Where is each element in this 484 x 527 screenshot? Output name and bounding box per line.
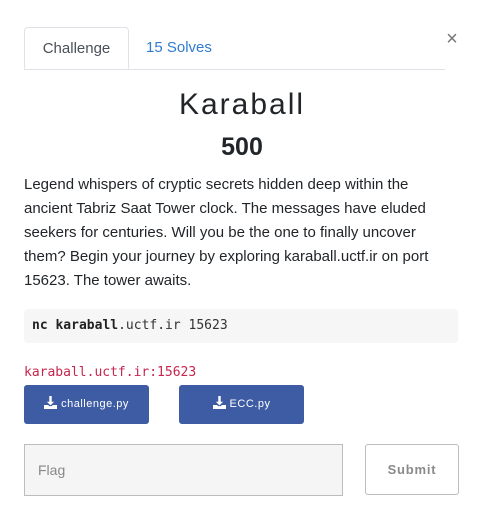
command-code-block: nc karaball.uctf.ir 15623	[24, 309, 458, 343]
file-label: ECC.py	[229, 398, 271, 410]
challenge-name: Karaball	[178, 88, 306, 121]
challenge-description: Legend whispers of cryptic secrets hidde…	[24, 176, 429, 289]
command-host-rest: .uctf.ir 15623	[118, 318, 228, 333]
challenge-points: 500	[221, 133, 263, 161]
flag-input[interactable]	[24, 444, 343, 496]
close-icon[interactable]: ×	[444, 28, 460, 50]
tab-challenge[interactable]: Challenge	[24, 27, 129, 69]
command-host-bold: nc karaball	[32, 318, 119, 333]
file-download-challenge-py[interactable]: challenge.py	[24, 385, 149, 424]
modal-tabs: Challenge 15 Solves	[24, 27, 445, 70]
file-download-ecc-py[interactable]: ECC.py	[179, 385, 304, 424]
file-label: challenge.py	[61, 398, 129, 410]
download-icon	[44, 396, 58, 409]
tab-solves[interactable]: 15 Solves	[130, 27, 228, 68]
download-icon	[212, 396, 226, 409]
connection-info: karaball.uctf.ir:15623	[24, 365, 197, 380]
challenge-modal: Challenge 15 Solves × Karaball 500 Legen…	[0, 0, 484, 527]
submit-button[interactable]: Submit	[365, 444, 459, 495]
